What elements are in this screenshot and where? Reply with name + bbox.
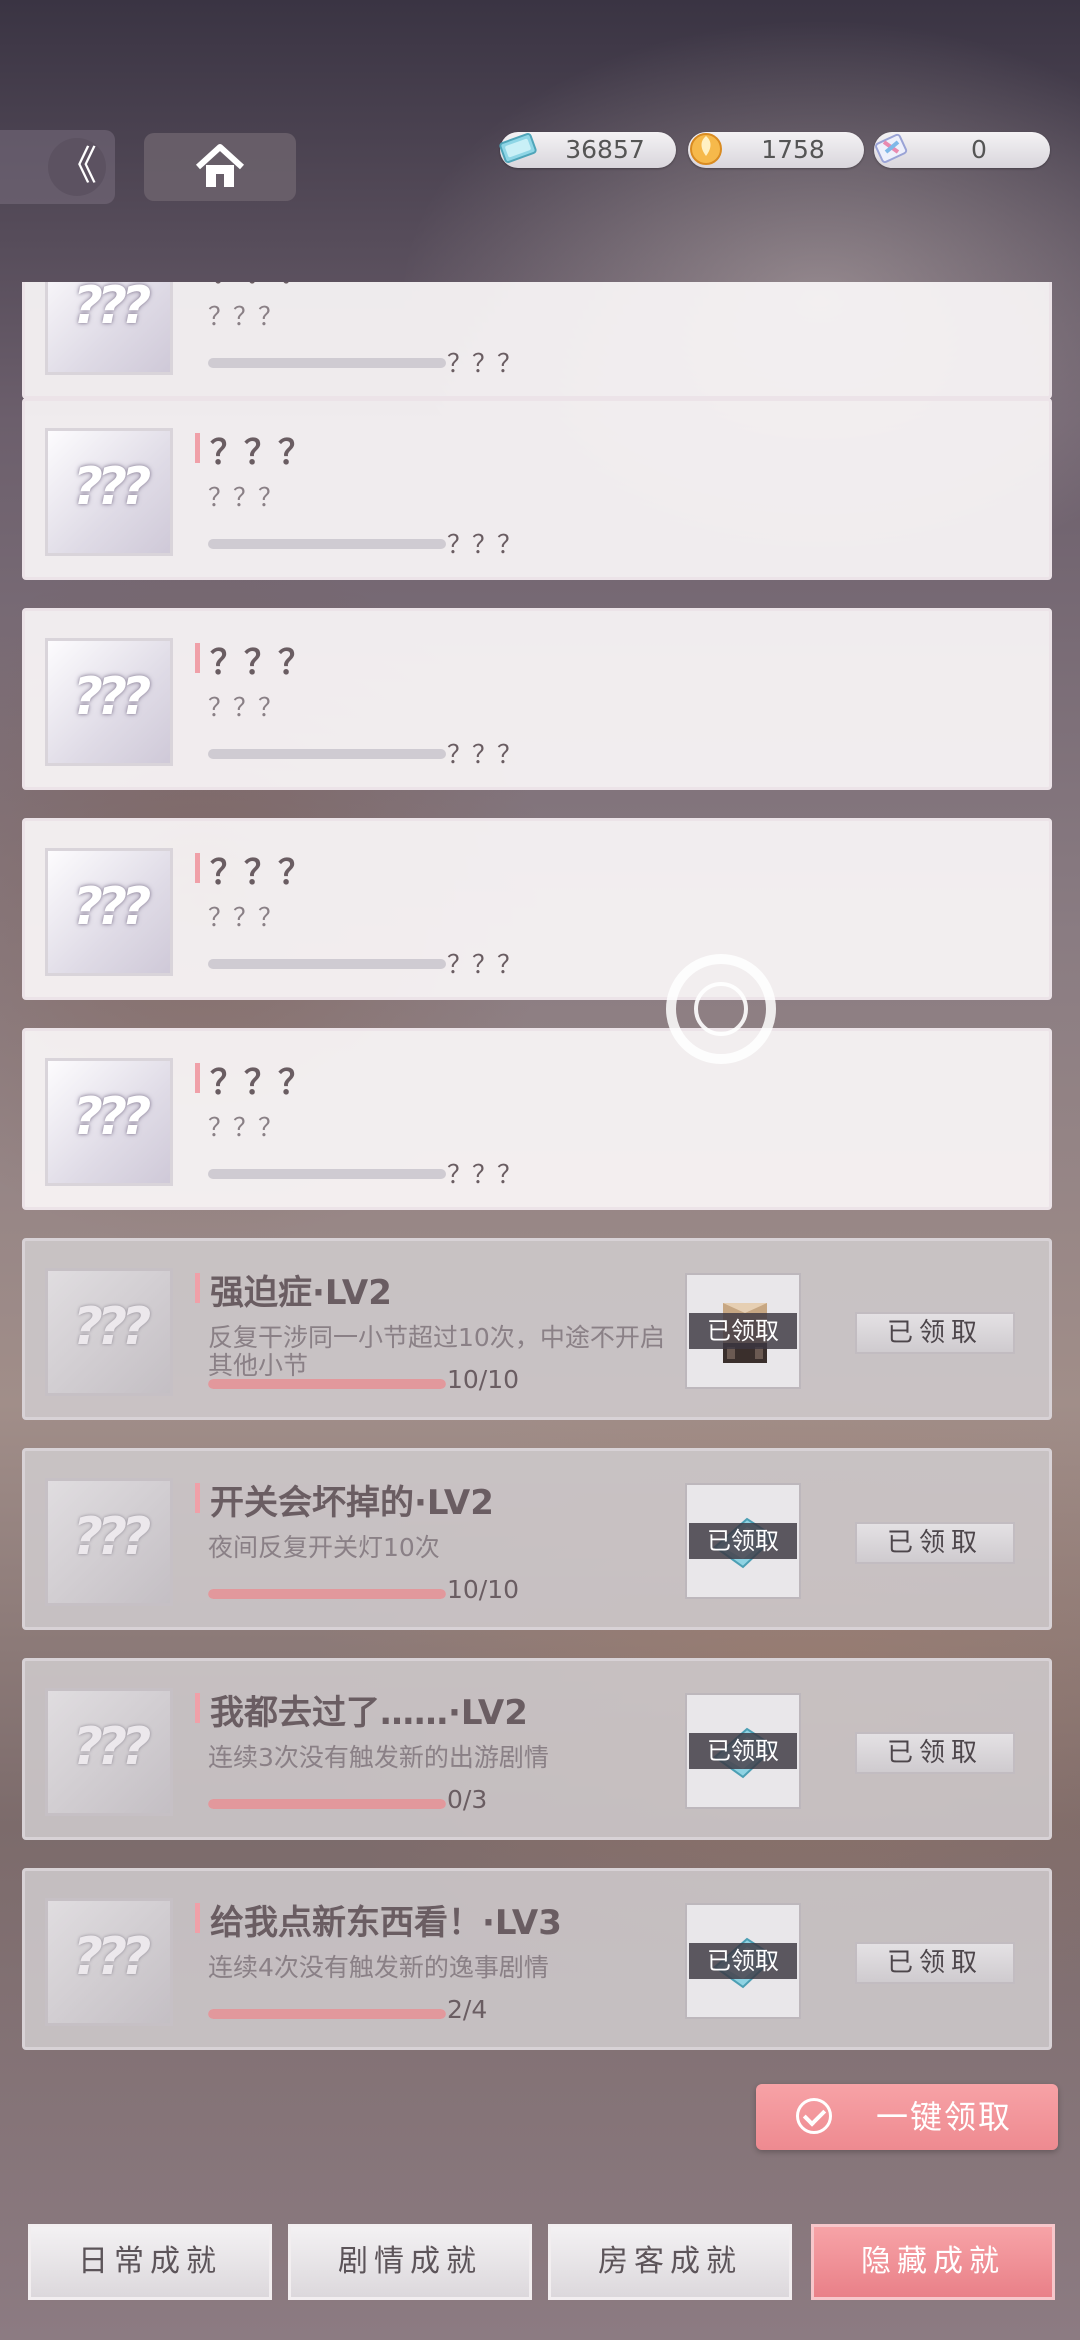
reward-claimed-badge: 已领取 [689, 1943, 797, 1979]
achievement-card: ??? ？？？ ？？？ ？？？ [22, 398, 1052, 580]
reward-claimed-badge: 已领取 [689, 1313, 797, 1349]
title-accent-bar [195, 1063, 200, 1093]
achievement-desc: ？？？ [208, 302, 284, 331]
progress-text: 0/3 [447, 1785, 488, 1814]
touch-indicator [666, 954, 776, 1064]
progress-text: ？？？ [447, 530, 523, 559]
achievement-thumbnail: ??? [45, 1478, 173, 1606]
claim-button[interactable]: 已领取 [855, 1522, 1015, 1564]
achievement-thumbnail: ??? [45, 1898, 173, 2026]
check-circle-icon [796, 2098, 832, 2134]
reward-slot[interactable]: 已领取 [685, 1693, 801, 1809]
achievement-title: ？？？ [210, 433, 312, 473]
progress-bar [208, 959, 446, 969]
achievement-title: ？？？ [210, 853, 312, 893]
currency-ticket[interactable]: 36857 [499, 132, 676, 168]
achievement-thumbnail: ??? [45, 1268, 173, 1396]
achievement-thumbnail: ??? [45, 428, 173, 556]
claim-button[interactable]: 已领取 [855, 1732, 1015, 1774]
progress-bar [208, 1379, 446, 1389]
achievement-title: ？？？ [210, 1063, 312, 1103]
achievement-desc: ？？？ [208, 693, 284, 722]
currency-crystal-value: 0 [971, 135, 987, 164]
tab-tenant[interactable]: 房客成就 [548, 2224, 792, 2300]
tab-daily[interactable]: 日常成就 [28, 2224, 272, 2300]
progress-text: 10/10 [447, 1575, 520, 1604]
achievement-card: ??? ？？？ ？？？ ？？？ [22, 1028, 1052, 1210]
back-button[interactable]: 《 [0, 130, 115, 204]
achievement-title: 我都去过了……·LV2 [210, 1693, 528, 1733]
reward-claimed-badge: 已领取 [689, 1733, 797, 1769]
achievement-card: ??? 我都去过了……·LV2 连续3次没有触发新的出游剧情 0/3 已领取 已… [22, 1658, 1052, 1840]
progress-bar [208, 539, 446, 549]
achievement-title: 给我点新东西看！·LV3 [210, 1903, 562, 1943]
claim-button[interactable]: 已领取 [855, 1312, 1015, 1354]
title-accent-bar [195, 1693, 200, 1723]
title-accent-bar [195, 853, 200, 883]
achievement-title: ？？？ [210, 643, 312, 683]
achievement-card: ??? ？？？ ？？？ ？？？ [22, 282, 1052, 399]
home-button[interactable] [144, 133, 296, 201]
reward-slot[interactable]: 已领取 [685, 1483, 801, 1599]
progress-text: 10/10 [447, 1365, 520, 1394]
achievement-desc: 连续4次没有触发新的逸事剧情 [208, 1953, 549, 1982]
progress-bar [208, 1169, 446, 1179]
progress-text: ？？？ [447, 740, 523, 769]
achievement-title: 开关会坏掉的·LV2 [210, 1483, 494, 1523]
progress-text: ？？？ [447, 950, 523, 979]
home-icon [195, 144, 245, 187]
achievement-thumbnail: ??? [45, 848, 173, 976]
progress-text: ？？？ [447, 1160, 523, 1189]
progress-bar [208, 1799, 446, 1809]
reward-slot[interactable]: 已领取 [685, 1903, 801, 2019]
progress-text: ？？？ [447, 349, 523, 378]
progress-bar [208, 1589, 446, 1599]
achievement-list[interactable]: ??? ？？？ ？？？ ？？？ ??? ？？？ ？？？ ？？？ ??? ？？？ … [22, 282, 1052, 2062]
progress-bar [208, 749, 446, 759]
back-chevron-icon: 《 [48, 138, 106, 196]
title-accent-bar [195, 1483, 200, 1513]
reward-claimed-badge: 已领取 [689, 1523, 797, 1559]
progress-text: 2/4 [447, 1995, 488, 2024]
achievement-title: 强迫症·LV2 [210, 1273, 392, 1313]
ticket-icon [499, 132, 537, 164]
achievement-thumbnail: ??? [45, 1688, 173, 1816]
achievement-desc: ？？？ [208, 483, 284, 512]
achievement-desc: 反复干涉同一小节超过10次，中途不开启其他小节 [208, 1323, 665, 1380]
achievement-desc: 连续3次没有触发新的出游剧情 [208, 1743, 549, 1772]
achievement-card: ??? 开关会坏掉的·LV2 夜间反复开关灯10次 10/10 已领取 已领取 [22, 1448, 1052, 1630]
achievement-thumbnail: ??? [45, 282, 173, 375]
achievement-desc: ？？？ [208, 903, 284, 932]
achievement-card: ??? ？？？ ？？？ ？？？ [22, 818, 1052, 1000]
achievement-thumbnail: ??? [45, 1058, 173, 1186]
achievement-card: ??? 强迫症·LV2 反复干涉同一小节超过10次，中途不开启其他小节 10/1… [22, 1238, 1052, 1420]
achievement-card: ??? 给我点新东西看！·LV3 连续4次没有触发新的逸事剧情 2/4 已领取 … [22, 1868, 1052, 2050]
title-accent-bar [195, 433, 200, 463]
reward-slot[interactable]: 已领取 [685, 1273, 801, 1389]
achievement-title: ？？？ [210, 282, 312, 293]
crystal-icon [875, 133, 908, 163]
claim-all-button[interactable]: 一键领取 [756, 2084, 1058, 2150]
achievement-thumbnail: ??? [45, 638, 173, 766]
achievement-desc: ？？？ [208, 1113, 284, 1142]
title-accent-bar [195, 643, 200, 673]
progress-bar [208, 358, 446, 368]
currency-coin-value: 1758 [761, 135, 825, 164]
tab-hidden[interactable]: 隐藏成就 [811, 2224, 1055, 2300]
progress-bar [208, 2009, 446, 2019]
coin-icon [690, 133, 722, 165]
title-accent-bar [195, 1273, 200, 1303]
tab-story[interactable]: 剧情成就 [288, 2224, 532, 2300]
currency-ticket-value: 36857 [565, 135, 645, 164]
claim-all-label: 一键领取 [876, 2098, 1013, 2136]
currency-coin[interactable]: 1758 [688, 132, 864, 168]
achievement-card: ??? ？？？ ？？？ ？？？ [22, 608, 1052, 790]
title-accent-bar [195, 1903, 200, 1933]
achievement-desc: 夜间反复开关灯10次 [208, 1533, 440, 1562]
currency-crystal[interactable]: 0 [874, 132, 1050, 168]
claim-button[interactable]: 已领取 [855, 1942, 1015, 1984]
